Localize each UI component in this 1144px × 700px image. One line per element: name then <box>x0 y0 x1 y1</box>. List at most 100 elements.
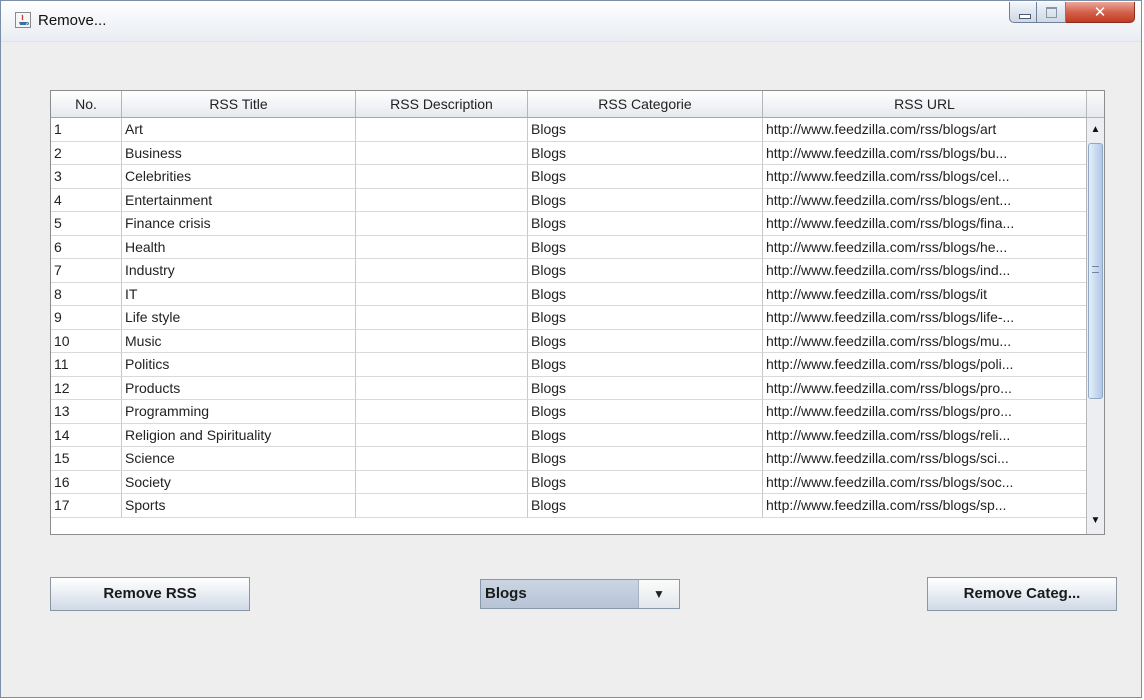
cell-no[interactable]: 2 <box>51 141 122 165</box>
cell-description[interactable] <box>356 118 528 142</box>
cell-description[interactable] <box>356 235 528 259</box>
minimize-button[interactable] <box>1009 2 1037 23</box>
table-row[interactable]: 3 Celebrities Blogs http://www.feedzilla.co… <box>51 165 1087 189</box>
remove-rss-button[interactable]: Remove RSS <box>50 577 250 611</box>
remove-category-button[interactable]: Remove Categ... <box>927 577 1117 611</box>
cell-category[interactable]: Blogs <box>528 282 763 306</box>
cell-no[interactable]: 6 <box>51 235 122 259</box>
cell-category[interactable]: Blogs <box>528 118 763 142</box>
cell-title[interactable]: Science <box>122 447 356 471</box>
cell-category[interactable]: Blogs <box>528 447 763 471</box>
cell-description[interactable] <box>356 470 528 494</box>
cell-no[interactable]: 12 <box>51 376 122 400</box>
cell-url[interactable]: http://www.feedzilla.com/rss/blogs/ent..… <box>763 188 1087 212</box>
table-row[interactable]: 10 Music Blogs http://www.feedzilla.com/rss… <box>51 329 1087 353</box>
cell-title[interactable]: IT <box>122 282 356 306</box>
table-row[interactable]: 4 Entertainment Blogs http://www.feedzilla.… <box>51 188 1087 212</box>
table-row[interactable]: 5 Finance crisis Blogs http://www.feedzilla… <box>51 212 1087 236</box>
table-row[interactable]: 8 IT Blogs http://www.feedzilla.com/rss/blo… <box>51 282 1087 306</box>
cell-category[interactable]: Blogs <box>528 400 763 424</box>
cell-title[interactable]: Art <box>122 118 356 142</box>
cell-title[interactable]: Business <box>122 141 356 165</box>
table-row[interactable]: 16 Society Blogs http://www.feedzilla.com/r… <box>51 470 1087 494</box>
cell-description[interactable] <box>356 329 528 353</box>
cell-description[interactable] <box>356 423 528 447</box>
cell-no[interactable]: 13 <box>51 400 122 424</box>
cell-no[interactable]: 14 <box>51 423 122 447</box>
cell-title[interactable]: Life style <box>122 306 356 330</box>
cell-url[interactable]: http://www.feedzilla.com/rss/blogs/sci..… <box>763 447 1087 471</box>
cell-category[interactable]: Blogs <box>528 423 763 447</box>
column-header-title[interactable]: RSS Title <box>122 91 356 117</box>
table-row[interactable]: 2 Business Blogs http://www.feedzilla.com/r… <box>51 141 1087 165</box>
cell-no[interactable]: 11 <box>51 353 122 377</box>
cell-title[interactable]: Products <box>122 376 356 400</box>
cell-title[interactable]: Celebrities <box>122 165 356 189</box>
table-row[interactable]: 17 Sports Blogs http://www.feedzilla.com/rs… <box>51 494 1087 518</box>
cell-category[interactable]: Blogs <box>528 235 763 259</box>
cell-no[interactable]: 10 <box>51 329 122 353</box>
cell-category[interactable]: Blogs <box>528 259 763 283</box>
cell-title[interactable]: Religion and Spirituality <box>122 423 356 447</box>
cell-title[interactable]: Industry <box>122 259 356 283</box>
cell-category[interactable]: Blogs <box>528 470 763 494</box>
cell-url[interactable]: http://www.feedzilla.com/rss/blogs/pro..… <box>763 400 1087 424</box>
cell-description[interactable] <box>356 282 528 306</box>
scroll-down-arrow-icon[interactable]: ▼ <box>1087 510 1104 532</box>
close-button[interactable]: ✕ <box>1066 2 1135 23</box>
cell-category[interactable]: Blogs <box>528 212 763 236</box>
column-header-url[interactable]: RSS URL <box>763 91 1087 117</box>
cell-title[interactable]: Society <box>122 470 356 494</box>
cell-description[interactable] <box>356 188 528 212</box>
cell-url[interactable]: http://www.feedzilla.com/rss/blogs/mu... <box>763 329 1087 353</box>
cell-url[interactable]: http://www.feedzilla.com/rss/blogs/cel..… <box>763 165 1087 189</box>
cell-no[interactable]: 15 <box>51 447 122 471</box>
table-row[interactable]: 15 Science Blogs http://www.feedzilla.com/r… <box>51 447 1087 471</box>
cell-description[interactable] <box>356 306 528 330</box>
cell-no[interactable]: 9 <box>51 306 122 330</box>
cell-category[interactable]: Blogs <box>528 353 763 377</box>
column-header-no[interactable]: No. <box>51 91 122 117</box>
cell-no[interactable]: 3 <box>51 165 122 189</box>
cell-title[interactable]: Sports <box>122 494 356 518</box>
cell-category[interactable]: Blogs <box>528 376 763 400</box>
table-row[interactable]: 1 Art Blogs http://www.feedzilla.com/rss/bl… <box>51 118 1087 142</box>
cell-description[interactable] <box>356 259 528 283</box>
vertical-scrollbar[interactable]: ▲ ▼ <box>1086 91 1104 534</box>
cell-title[interactable]: Finance crisis <box>122 212 356 236</box>
cell-url[interactable]: http://www.feedzilla.com/rss/blogs/he... <box>763 235 1087 259</box>
cell-category[interactable]: Blogs <box>528 306 763 330</box>
cell-url[interactable]: http://www.feedzilla.com/rss/blogs/soc..… <box>763 470 1087 494</box>
cell-url[interactable]: http://www.feedzilla.com/rss/blogs/pro..… <box>763 376 1087 400</box>
column-header-category[interactable]: RSS Categorie <box>528 91 763 117</box>
cell-url[interactable]: http://www.feedzilla.com/rss/blogs/fina.… <box>763 212 1087 236</box>
cell-no[interactable]: 5 <box>51 212 122 236</box>
cell-description[interactable] <box>356 447 528 471</box>
cell-no[interactable]: 1 <box>51 118 122 142</box>
table-row[interactable]: 14 Religion and Spirituality Blogs http://w… <box>51 423 1087 447</box>
column-header-description[interactable]: RSS Description <box>356 91 528 117</box>
table-row[interactable]: 12 Products Blogs http://www.feedzilla.com/… <box>51 376 1087 400</box>
maximize-button[interactable] <box>1037 2 1066 23</box>
cell-title[interactable]: Politics <box>122 353 356 377</box>
cell-title[interactable]: Programming <box>122 400 356 424</box>
cell-no[interactable]: 17 <box>51 494 122 518</box>
table-row[interactable]: 9 Life style Blogs http://www.feedzilla.com… <box>51 306 1087 330</box>
rss-table[interactable]: No. RSS Title RSS Description RSS Catego… <box>50 90 1105 535</box>
table-row[interactable]: 13 Programming Blogs http://www.feedzilla.c… <box>51 400 1087 424</box>
cell-title[interactable]: Health <box>122 235 356 259</box>
category-select[interactable]: Blogs ▼ <box>480 579 680 609</box>
cell-category[interactable]: Blogs <box>528 141 763 165</box>
cell-url[interactable]: http://www.feedzilla.com/rss/blogs/sp... <box>763 494 1087 518</box>
cell-url[interactable]: http://www.feedzilla.com/rss/blogs/ind..… <box>763 259 1087 283</box>
chevron-down-icon[interactable]: ▼ <box>638 580 679 608</box>
cell-description[interactable] <box>356 494 528 518</box>
cell-no[interactable]: 8 <box>51 282 122 306</box>
table-row[interactable]: 7 Industry Blogs http://www.feedzilla.com/r… <box>51 259 1087 283</box>
cell-category[interactable]: Blogs <box>528 494 763 518</box>
cell-no[interactable]: 16 <box>51 470 122 494</box>
cell-category[interactable]: Blogs <box>528 188 763 212</box>
cell-description[interactable] <box>356 165 528 189</box>
cell-no[interactable]: 7 <box>51 259 122 283</box>
cell-description[interactable] <box>356 141 528 165</box>
